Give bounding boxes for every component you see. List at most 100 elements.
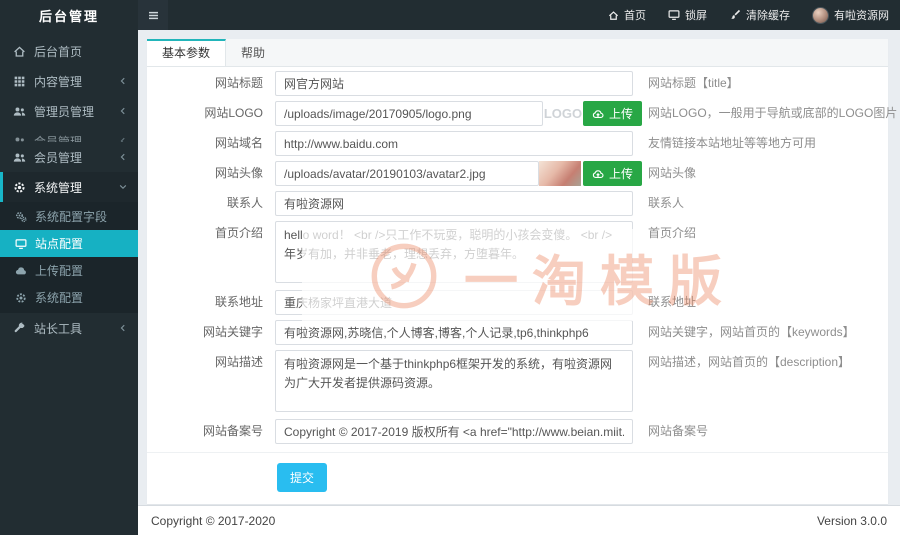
sidebar-item-content[interactable]: 内容管理 <box>0 66 138 96</box>
user-avatar <box>812 6 829 24</box>
sidebar: 后台首页 内容管理 管理员管理 会员管理 会员管理 系统管理 系统配置字段 站点… <box>0 30 138 535</box>
sidebar-subitem-system-config[interactable]: 系统配置 <box>0 284 138 311</box>
sidebar-toggle-button[interactable] <box>138 0 168 30</box>
sidebar-item-system[interactable]: 系统管理 <box>0 172 138 202</box>
form-row: 联系地址 联系地址 <box>147 290 888 315</box>
sidebar-item-dashboard[interactable]: 后台首页 <box>0 36 138 66</box>
gear-icon <box>15 292 27 304</box>
site-title-input[interactable] <box>275 71 633 96</box>
sidebar-item-members-clipped: 会员管理 <box>0 126 138 142</box>
user-name: 有啦资源网 <box>834 10 889 22</box>
sidebar-subitem-label: 上传配置 <box>35 264 84 278</box>
upload-avatar-button[interactable]: 上传 <box>583 161 643 186</box>
gear-icon <box>13 181 26 194</box>
field-hint: 网站标题【title】 <box>648 76 739 90</box>
chevron-left-icon <box>118 136 128 142</box>
upload-cloud-icon <box>15 265 27 277</box>
sidebar-subitem-site-config[interactable]: 站点配置 <box>0 230 138 257</box>
brush-icon <box>729 9 741 21</box>
chevron-left-icon <box>118 106 128 116</box>
field-label: 网站域名 <box>214 136 263 150</box>
site-domain-input[interactable] <box>275 131 633 156</box>
field-hint: 网站关键字，网站首页的【keywords】 <box>648 325 855 339</box>
users-icon <box>13 135 26 142</box>
form-row: 网站头像 上传 网站头像 <box>147 161 888 186</box>
tab-basic-params[interactable]: 基本参数 <box>147 39 227 66</box>
upload-logo-button[interactable]: 上传 <box>583 101 643 126</box>
cogs-icon <box>15 211 27 223</box>
sidebar-item-label: 系统管理 <box>34 180 83 195</box>
hamburger-icon <box>147 9 160 22</box>
field-hint: 首页介绍 <box>648 226 697 240</box>
field-label: 网站备案号 <box>202 424 263 438</box>
field-label: 网站描述 <box>214 355 263 369</box>
wrench-icon <box>13 322 26 335</box>
nav-lock-screen[interactable]: 锁屏 <box>657 0 718 30</box>
submit-button[interactable]: 提交 <box>277 463 328 492</box>
upload-button-label: 上传 <box>609 167 634 181</box>
sidebar-subitem-label: 站点配置 <box>35 237 84 251</box>
chevron-down-icon <box>118 182 128 192</box>
home-intro-textarea[interactable] <box>275 221 633 283</box>
site-keywords-input[interactable] <box>275 320 633 345</box>
field-label: 联系地址 <box>214 295 263 309</box>
tab-help[interactable]: 帮助 <box>226 39 280 66</box>
upload-cloud-icon <box>592 108 604 120</box>
sidebar-item-admins[interactable]: 管理员管理 <box>0 96 138 126</box>
sidebar-item-webmaster-tools[interactable]: 站长工具 <box>0 313 138 343</box>
sidebar-subitem-label: 系统配置字段 <box>35 210 108 224</box>
main-content: 基本参数 帮助 网站标题 网站标题【title】 网站LOGO LOGO <box>138 30 900 535</box>
field-label: 网站头像 <box>214 166 263 180</box>
field-label: 网站标题 <box>214 76 263 90</box>
field-hint: 联系地址 <box>648 295 697 309</box>
sidebar-item-label: 内容管理 <box>34 74 83 89</box>
field-hint: 友情链接本站地址等等地方可用 <box>648 136 817 150</box>
form-row: 网站域名 友情链接本站地址等等地方可用 <box>147 131 888 156</box>
form-row: 网站关键字 网站关键字，网站首页的【keywords】 <box>147 320 888 345</box>
field-label: 首页介绍 <box>214 226 263 240</box>
tab-bar: 基本参数 帮助 <box>147 39 888 67</box>
chevron-left-icon <box>118 323 128 333</box>
site-description-textarea[interactable] <box>275 350 633 412</box>
submit-row: 提交 <box>147 452 888 504</box>
avatar-preview-image <box>539 161 581 186</box>
nav-home[interactable]: 首页 <box>597 0 657 30</box>
sidebar-item-label: 会员管理 <box>34 150 83 165</box>
sidebar-subitem-config-fields[interactable]: 系统配置字段 <box>0 203 138 230</box>
contact-address-input[interactable] <box>275 290 633 315</box>
sidebar-item-label: 管理员管理 <box>34 104 95 119</box>
sidebar-submenu-system: 系统配置字段 站点配置 上传配置 系统配置 <box>0 202 138 313</box>
monitor-icon <box>668 9 680 21</box>
nav-clear-cache[interactable]: 清除缓存 <box>718 0 801 30</box>
form-row: 网站LOGO LOGO 上传 网站LOGO，一般用于导航或底部的LOGO图片 <box>147 101 897 126</box>
chevron-left-icon <box>118 152 128 162</box>
nav-home-label: 首页 <box>624 10 646 22</box>
contact-person-input[interactable] <box>275 191 633 216</box>
form-row: 网站备案号 网站备案号 <box>147 419 888 444</box>
form-row: 联系人 联系人 <box>147 191 888 216</box>
page-footer: Copyright © 2017-2020 Version 3.0.0 <box>138 505 900 535</box>
top-nav: 首页 锁屏 清除缓存 有啦资源网 <box>597 0 900 30</box>
sidebar-item-label: 后台首页 <box>34 44 83 59</box>
users-icon <box>13 151 26 164</box>
upload-cloud-icon <box>592 168 604 180</box>
app-title: 后台管理 <box>38 8 99 24</box>
sidebar-item-members[interactable]: 会员管理 <box>0 142 138 172</box>
icp-number-input[interactable] <box>275 419 633 444</box>
sidebar-item-members-ghost[interactable]: 会员管理 <box>0 126 138 142</box>
site-logo-input[interactable] <box>275 101 543 126</box>
form-row: 网站标题 网站标题【title】 <box>147 71 888 96</box>
upload-button-label: 上传 <box>609 107 634 121</box>
chevron-left-icon <box>118 76 128 86</box>
site-config-form: 网站标题 网站标题【title】 网站LOGO LOGO 上传 网站LOGO <box>147 67 897 504</box>
field-label: 网站关键字 <box>202 325 263 339</box>
nav-clear-cache-label: 清除缓存 <box>746 10 790 22</box>
sidebar-subitem-upload-config[interactable]: 上传配置 <box>0 257 138 284</box>
sidebar-item-label: 站长工具 <box>34 321 83 336</box>
users-icon <box>13 105 26 118</box>
grid-icon <box>13 75 26 88</box>
field-hint: 网站描述，网站首页的【description】 <box>648 355 851 369</box>
nav-user-menu[interactable]: 有啦资源网 <box>801 0 900 30</box>
site-avatar-input[interactable] <box>275 161 539 186</box>
field-hint: 联系人 <box>648 196 685 210</box>
